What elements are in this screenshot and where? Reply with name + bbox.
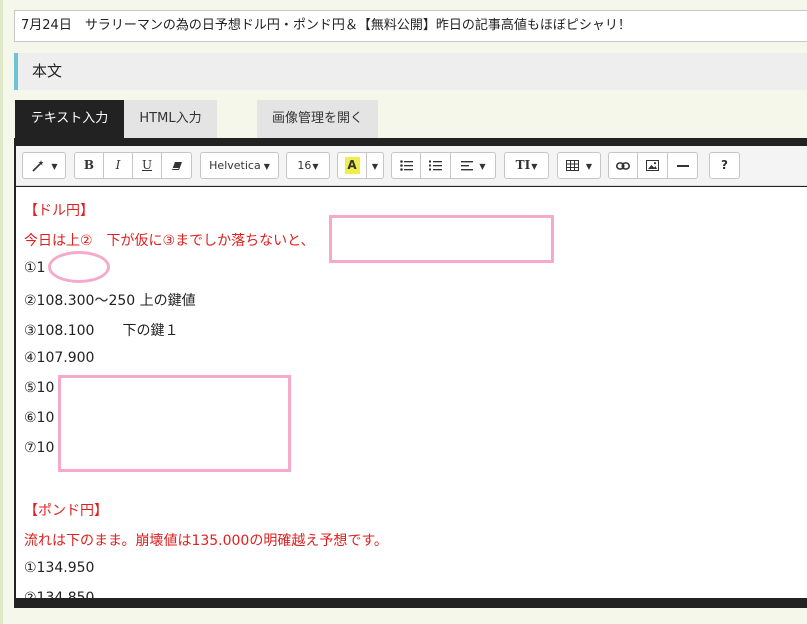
text-size-dropdown[interactable]: TI▼ bbox=[504, 152, 549, 179]
table-icon bbox=[566, 158, 583, 172]
redaction-box bbox=[329, 215, 554, 263]
numbered-list-icon bbox=[429, 158, 442, 172]
clear-format-button[interactable] bbox=[162, 152, 192, 179]
underline-button[interactable]: U bbox=[133, 152, 162, 179]
style-dropdown-button[interactable]: ▼ bbox=[22, 152, 66, 179]
content-line: ⑥10 bbox=[24, 410, 55, 426]
font-family-label: Helvetica bbox=[209, 159, 261, 172]
horizontal-rule-button[interactable] bbox=[668, 152, 698, 179]
content-line: 流れは下のまま。崩壊値は135.000の明確越え予想です。 bbox=[24, 533, 388, 549]
font-family-dropdown[interactable]: Helvetica ▼ bbox=[200, 152, 279, 179]
link-icon bbox=[616, 158, 630, 172]
content-line: ④107.900 bbox=[24, 350, 95, 366]
redaction-box bbox=[58, 375, 291, 472]
content-line: ③108.100 下の鍵１ bbox=[24, 323, 179, 339]
bullet-list-button[interactable] bbox=[391, 152, 421, 179]
font-size-dropdown[interactable]: 16▼ bbox=[286, 152, 330, 179]
page: 7月24日 サラリーマンの為の日予想ドル円・ポンド円＆【無料公開】昨日の記事高値… bbox=[0, 0, 807, 624]
help-button[interactable]: ? bbox=[709, 152, 740, 179]
section-heading: 本文 bbox=[14, 53, 807, 90]
bold-button[interactable]: B bbox=[74, 152, 104, 179]
open-image-manager-button[interactable]: 画像管理を開く bbox=[257, 100, 378, 138]
post-title-input[interactable]: 7月24日 サラリーマンの為の日予想ドル円・ポンド円＆【無料公開】昨日の記事高値… bbox=[14, 10, 807, 42]
editor-bottom-bar bbox=[14, 598, 807, 608]
tab-html-input[interactable]: HTML入力 bbox=[124, 100, 217, 138]
horizontal-rule-icon bbox=[676, 158, 689, 172]
tab-text-input[interactable]: テキスト入力 bbox=[15, 100, 124, 138]
link-button[interactable] bbox=[608, 152, 638, 179]
bullet-list-icon bbox=[399, 158, 413, 172]
magic-wand-icon bbox=[31, 158, 49, 172]
left-edge bbox=[0, 0, 3, 624]
align-dropdown[interactable]: ▼ bbox=[451, 152, 496, 179]
image-icon bbox=[646, 158, 659, 172]
highlight-letter: A bbox=[344, 157, 360, 174]
editor-frame: ▼ B I U Helvetica ▼ 16▼ A ▼ ▼ TI▼ ▼ ? 【ド… bbox=[14, 138, 807, 608]
eraser-icon bbox=[171, 158, 183, 172]
content-line: ⑦10 bbox=[24, 440, 55, 456]
content-line: ②108.300～250 上の鍵値 bbox=[24, 293, 196, 309]
content-line: 今日は上② 下が仮に③までしか落ちないと、 bbox=[24, 233, 315, 249]
content-line: ⑤10 bbox=[24, 380, 55, 396]
editor-content[interactable]: 【ドル円】 今日は上② 下が仮に③までしか落ちないと、 ①1 ②108.300～… bbox=[16, 187, 807, 598]
content-line: ②134.850 bbox=[24, 590, 95, 598]
highlight-color-button[interactable]: A bbox=[337, 152, 367, 179]
italic-button[interactable]: I bbox=[104, 152, 133, 179]
content-line: 【ポンド円】 bbox=[24, 503, 108, 519]
content-line: ①134.950 bbox=[24, 560, 95, 576]
table-dropdown[interactable]: ▼ bbox=[557, 152, 601, 179]
editor-toolbar: ▼ B I U Helvetica ▼ 16▼ A ▼ ▼ TI▼ ▼ ? bbox=[16, 146, 807, 186]
align-icon bbox=[460, 158, 477, 172]
numbered-list-button[interactable] bbox=[421, 152, 451, 179]
content-line: ①1 bbox=[24, 260, 46, 276]
highlight-color-dropdown[interactable]: ▼ bbox=[367, 152, 384, 179]
redaction-ellipse bbox=[48, 251, 110, 283]
insert-image-button[interactable] bbox=[638, 152, 668, 179]
content-line: 【ドル円】 bbox=[24, 203, 94, 219]
font-size-label: 16 bbox=[297, 159, 312, 172]
text-size-label: TI bbox=[515, 158, 531, 172]
